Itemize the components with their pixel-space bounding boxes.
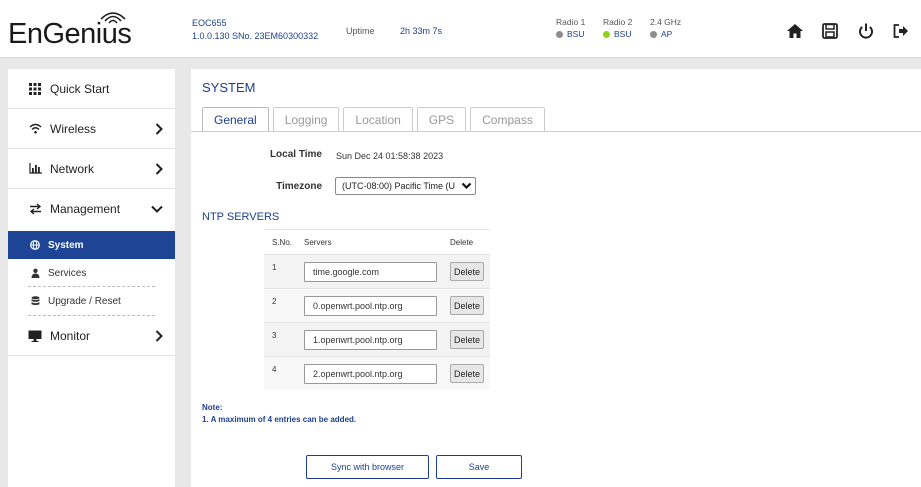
note-text: 1. A maximum of 4 entries can be added.	[202, 415, 357, 424]
radio-label: Radio 1	[556, 17, 586, 27]
status-dot	[650, 30, 657, 38]
radio-mode: BSU	[567, 29, 585, 39]
table-row: 3 1.openwrt.pool.ntp.org Delete	[264, 322, 490, 356]
monitor-icon	[28, 329, 42, 343]
radio-24ghz-status: 2.4 GHz AP	[650, 16, 681, 40]
uptime-label: Uptime	[346, 26, 375, 36]
timezone-selected-value: (UTC-08:00) Pacific Time (U	[342, 181, 456, 191]
device-model: EOC655	[192, 18, 227, 28]
chevron-down-icon	[151, 205, 163, 213]
sidebar-item-upgrade-reset[interactable]: Upgrade / Reset	[8, 287, 175, 315]
sidebar-item-monitor[interactable]: Monitor	[8, 316, 175, 356]
sidebar-item-management[interactable]: Management	[8, 189, 175, 229]
database-icon	[30, 296, 40, 306]
user-icon	[30, 268, 40, 278]
sidebar-item-label: Management	[50, 202, 121, 216]
table-row: 4 2.openwrt.pool.ntp.org Delete	[264, 356, 490, 390]
main-content: SYSTEM General Logging Location GPS Comp…	[191, 69, 921, 487]
column-header-servers: Servers	[304, 238, 332, 247]
ntp-server-input[interactable]: 2.openwrt.pool.ntp.org	[304, 364, 437, 384]
chevron-right-icon	[155, 329, 163, 342]
delete-button[interactable]: Delete	[450, 296, 484, 315]
radio-label: Radio 2	[603, 17, 633, 27]
sidebar-item-network[interactable]: Network	[8, 149, 175, 189]
save-button[interactable]: Save	[436, 455, 522, 479]
device-info: EOC655 1.0.0.130 SNo. 23EM60300332	[192, 17, 318, 43]
note-title: Note:	[202, 403, 223, 412]
tab-divider	[191, 131, 921, 132]
status-dot	[603, 30, 610, 38]
globe-icon	[30, 240, 40, 250]
home-icon[interactable]	[786, 22, 804, 40]
top-header: EnGenius EOC655 1.0.0.130 SNo. 23EM60300…	[0, 0, 921, 58]
sidebar-item-label: Quick Start	[50, 81, 110, 96]
sidebar-item-services[interactable]: Services	[8, 259, 175, 287]
timezone-label: Timezone	[276, 181, 322, 192]
radio-label: 2.4 GHz	[650, 17, 682, 27]
table-row: 2 0.openwrt.pool.ntp.org Delete	[264, 288, 490, 322]
sidebar-item-label: Services	[48, 267, 87, 279]
tab-location[interactable]: Location	[343, 107, 413, 131]
sidebar-item-label: Upgrade / Reset	[48, 295, 121, 307]
save-icon[interactable]	[821, 22, 839, 40]
sidebar-item-quick-start[interactable]: Quick Start	[8, 69, 175, 109]
local-time-label: Local Time	[269, 149, 322, 160]
column-header-delete: Delete	[450, 238, 474, 247]
device-version: 1.0.0.130 SNo. 23EM60300332	[192, 31, 319, 41]
radio-mode: BSU	[614, 29, 632, 39]
chevron-down-icon	[461, 182, 472, 190]
bar-chart-icon	[28, 162, 42, 176]
sidebar-item-label: Wireless	[50, 121, 97, 136]
power-icon[interactable]	[857, 22, 875, 40]
logo-wifi-icon	[100, 12, 126, 24]
ntp-server-input[interactable]: time.google.com	[304, 262, 437, 282]
page-title: SYSTEM	[202, 80, 256, 95]
tab-logging[interactable]: Logging	[272, 107, 340, 131]
local-time-value: Sun Dec 24 01:58:38 2023	[336, 151, 444, 161]
status-dot	[556, 30, 563, 38]
radio-1-status: Radio 1 BSU	[556, 16, 585, 40]
sync-with-browser-button[interactable]: Sync with browser	[306, 455, 429, 479]
wifi-icon	[28, 122, 42, 136]
sidebar-nav: Quick Start Wireless Network Management …	[8, 69, 175, 487]
chevron-right-icon	[155, 162, 163, 175]
grid-icon	[28, 82, 42, 96]
sidebar-item-wireless[interactable]: Wireless	[8, 109, 175, 149]
note-block: Note: 1. A maximum of 4 entries can be a…	[202, 402, 356, 426]
table-row: 1 time.google.com Delete	[264, 254, 490, 288]
logout-icon[interactable]	[892, 22, 910, 40]
table-header: S.No. Servers Delete	[264, 229, 490, 254]
delete-button[interactable]: Delete	[450, 364, 484, 383]
ntp-server-input[interactable]: 0.openwrt.pool.ntp.org	[304, 296, 437, 316]
brand-logo: EnGenius	[8, 8, 150, 50]
row-number: 3	[272, 331, 277, 340]
radio-2-status: Radio 2 BSU	[603, 16, 632, 40]
sidebar-item-label: System	[48, 239, 84, 251]
radio-mode: AP	[661, 29, 673, 39]
tab-bar: General Logging Location GPS Compass	[202, 107, 545, 132]
row-number: 4	[272, 365, 277, 374]
ntp-servers-title: NTP SERVERS	[202, 211, 280, 223]
chevron-right-icon	[155, 122, 163, 135]
row-number: 2	[272, 297, 277, 306]
timezone-select[interactable]: (UTC-08:00) Pacific Time (U	[335, 177, 476, 195]
sidebar-item-system[interactable]: System	[8, 231, 175, 259]
uptime-value: 2h 33m 7s	[400, 26, 443, 36]
sidebar-item-label: Monitor	[50, 328, 91, 343]
tab-compass[interactable]: Compass	[470, 107, 545, 131]
transfer-icon	[28, 202, 42, 216]
tab-general[interactable]: General	[202, 107, 269, 132]
ntp-server-input[interactable]: 1.openwrt.pool.ntp.org	[304, 330, 437, 350]
tab-gps[interactable]: GPS	[416, 107, 467, 131]
delete-button[interactable]: Delete	[450, 262, 484, 281]
column-header-sno: S.No.	[272, 238, 293, 247]
row-number: 1	[272, 263, 277, 272]
sidebar-item-label: Network	[50, 161, 95, 176]
delete-button[interactable]: Delete	[450, 330, 484, 349]
